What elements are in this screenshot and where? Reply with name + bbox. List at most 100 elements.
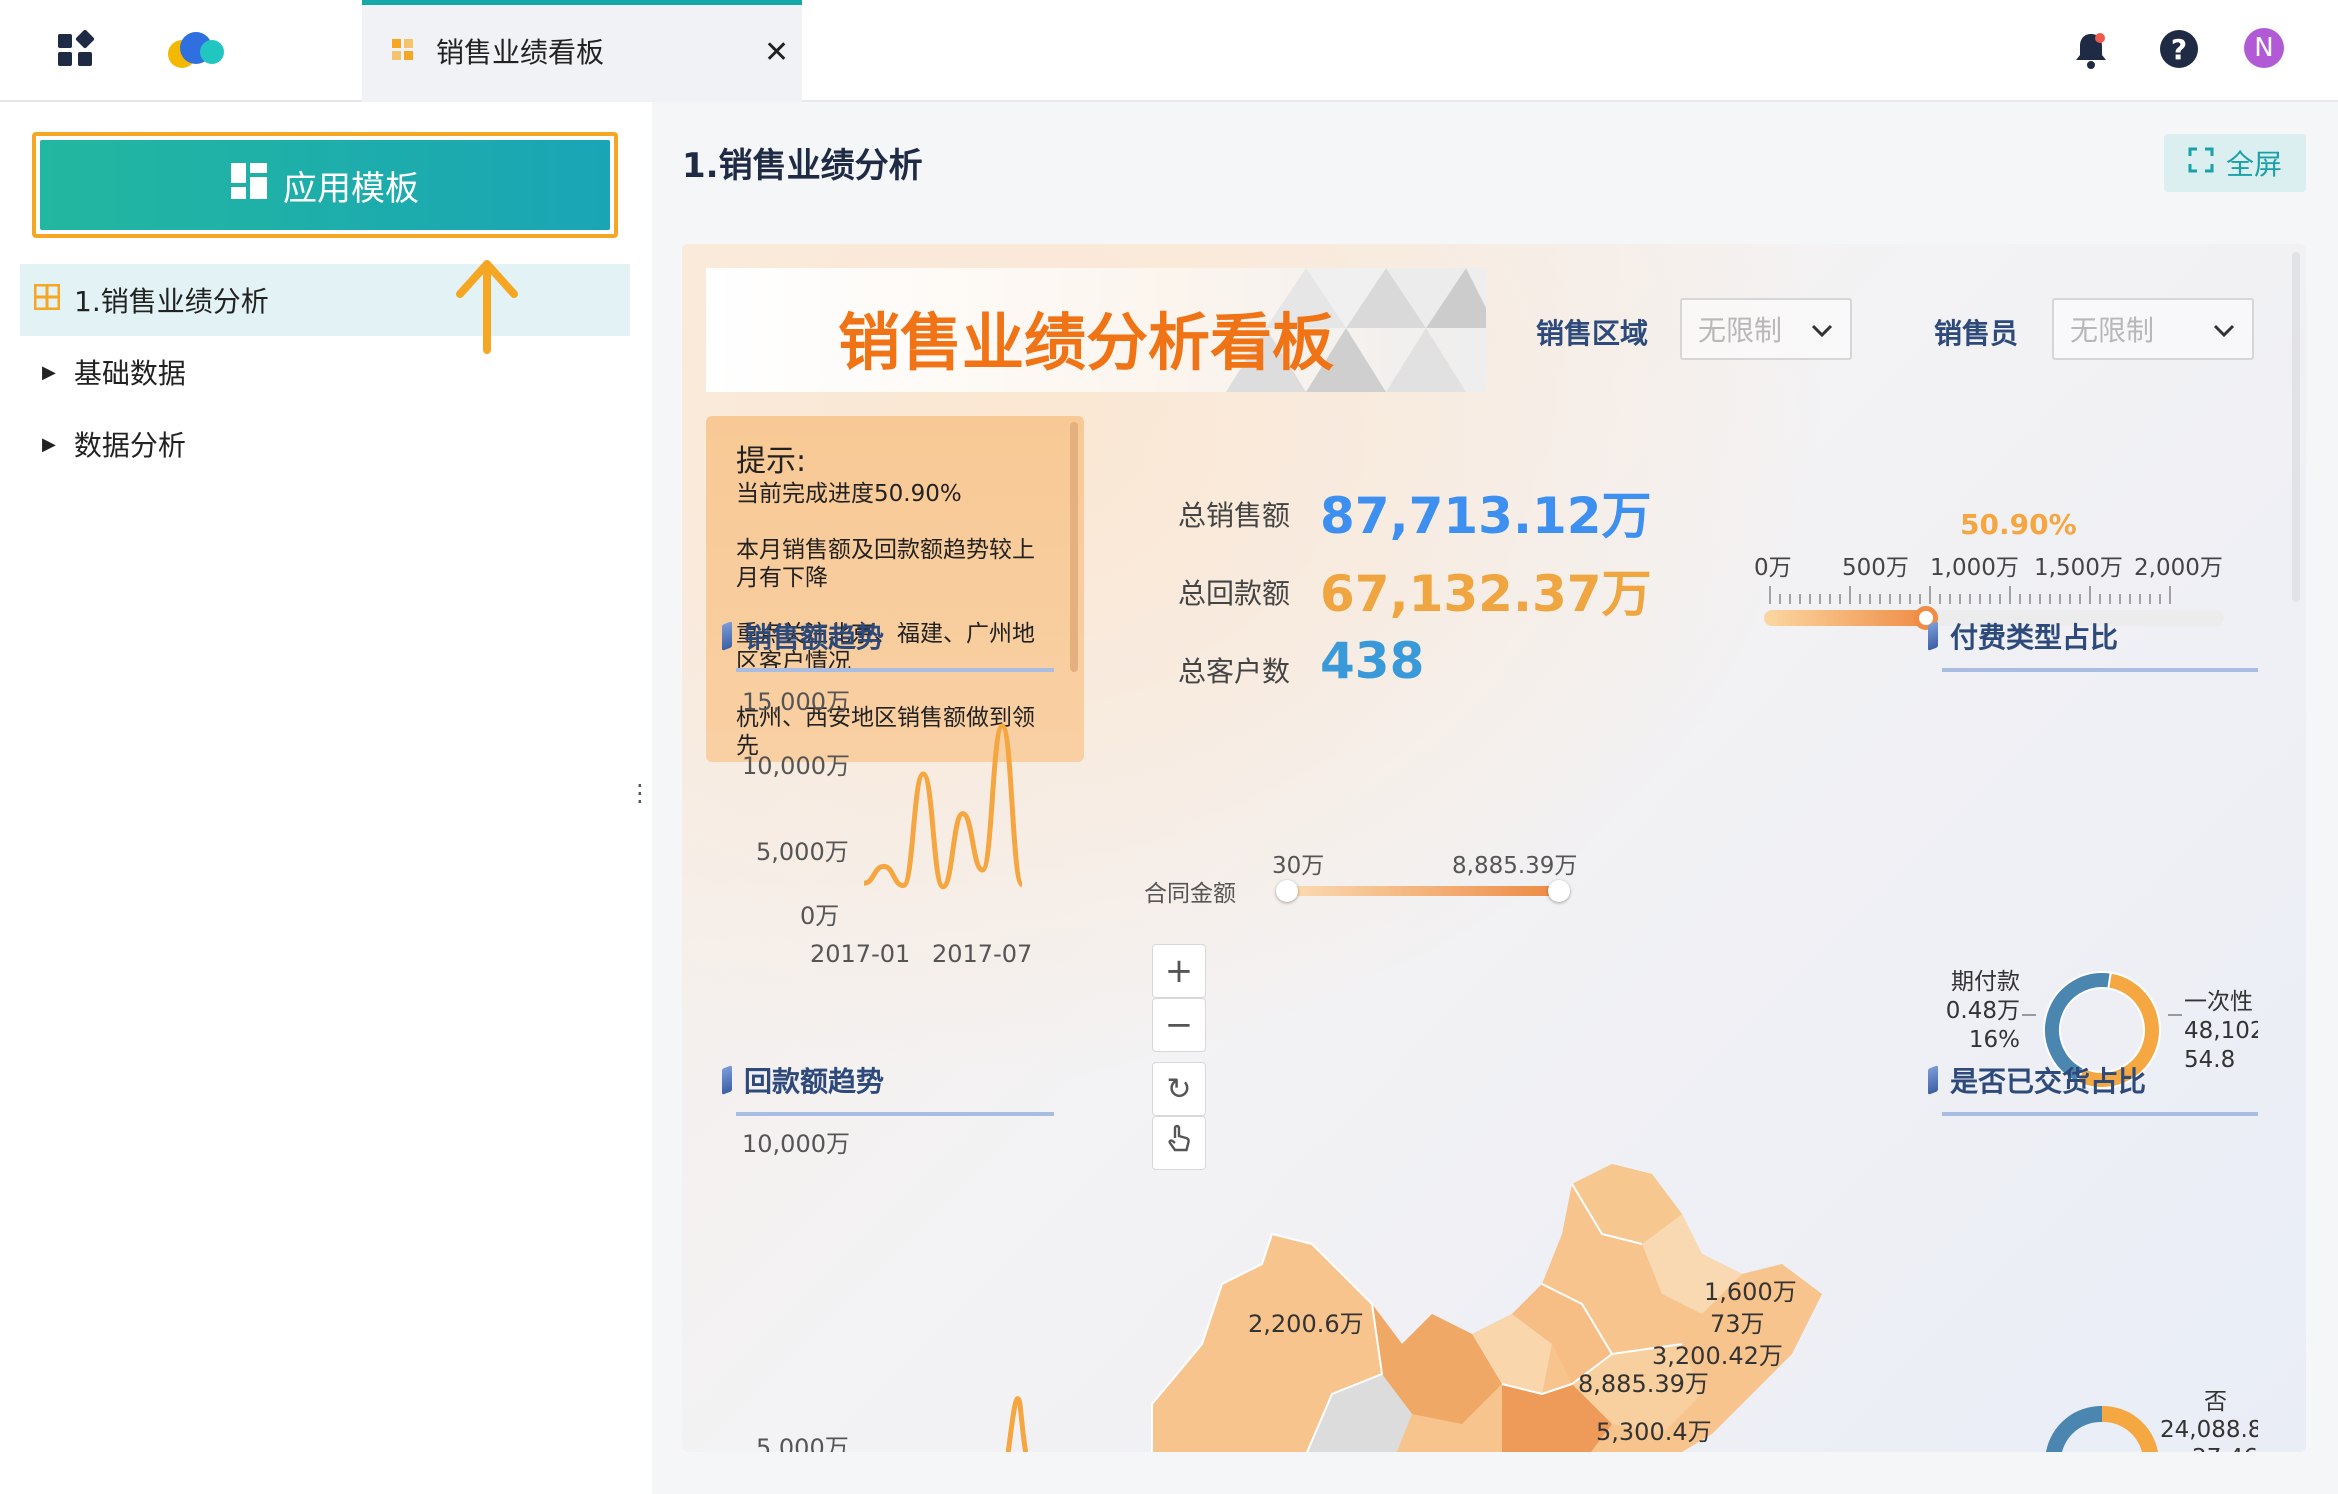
progress-fill [1764,610,1926,626]
kpi-label: 总销售额 [1178,499,1291,532]
delivery-pie [2046,1406,2158,1452]
delivery-label: 是否已交货占比 [1950,1065,2147,1098]
top-bar: 销售业绩看板 ✕ ? N [0,0,2338,102]
reset-view-button[interactable]: ↻ [1152,1062,1206,1116]
panel-scrollbar[interactable] [2292,252,2300,602]
apply-template-button[interactable]: 应用模板 [32,132,618,238]
tab-title: 销售业绩看板 [436,36,605,69]
tab-sales-dashboard[interactable]: 销售业绩看板 ✕ [362,0,802,102]
zoom-out-button[interactable]: − [1152,998,1206,1052]
payment-type-label: 付费类型占比 [1950,621,2119,654]
expand-icon [2188,147,2214,180]
kpi-total-sales: 87,713.12万 [1320,487,1652,545]
payment-type-title: 付费类型占比 [1928,616,2118,656]
dashboard-item-icon [33,283,61,317]
sidebar-item-basic-data[interactable]: ▶ 基础数据 [20,336,630,408]
progress-tick: 2,000万 [2134,555,2223,581]
pie-leader-line [2168,1014,2182,1016]
return-trend-underline [736,1112,1054,1116]
help-icon[interactable]: ? [2160,30,2198,68]
pie-label: 16% [1968,1027,2020,1053]
pie-leader-line [2022,1014,2036,1016]
region-dropdown[interactable]: 无限制 [1680,298,1852,360]
pie-label: 一次性 [2184,989,2253,1015]
return-trend-chart [1005,1396,1029,1452]
progress-ruler [1769,586,2171,604]
pie-label: 54.8 [2184,1047,2236,1073]
return-trend-label: 回款额趋势 [744,1065,885,1098]
map-label: 2,200.6万 [1248,1310,1364,1338]
progress-value: 50.90% [1960,508,2077,541]
region-label: 销售区域 [1536,317,1649,350]
section-marker-icon [722,1065,732,1095]
contract-slider-track[interactable] [1286,886,1558,896]
delivery-right-labels: 否 24,088.8 27.46 [2160,1388,2258,1452]
contract-min: 30万 [1272,853,1325,879]
fullscreen-label: 全屏 [2225,148,2282,181]
section-marker-icon [722,621,732,651]
sidebar-item-label: 数据分析 [73,429,186,462]
progress-tick: 500万 [1842,555,1909,581]
chevron-down-icon [2212,313,2236,346]
pie-left-labels: 期付款 0.48万 16% [1936,968,2020,1055]
delivery-underline [1942,1112,2258,1116]
map-label: 8,885.39万 [1578,1370,1709,1398]
pie-label: 48,102 [2184,1018,2258,1044]
contract-slider-max-handle[interactable] [1548,880,1570,902]
caret-right-icon: ▶ [42,433,56,455]
banner-title: 销售业绩分析看板 [838,306,1335,379]
payment-type-underline [1942,668,2258,672]
progress-tick: 1,000万 [1930,555,2019,581]
app-grid-icon[interactable] [56,29,96,70]
salesperson-label: 销售员 [1934,317,2019,350]
bell-icon[interactable] [2072,30,2110,70]
apply-template-label: 应用模板 [283,168,419,209]
pie-label: 期付款 [1951,969,2020,995]
sidebar: 应用模板 1.销售业绩分析 ▶ 基础数据 ▶ 数据分析 · · · [0,102,652,1494]
sales-trend-title: 销售额趋势 [722,616,884,656]
section-marker-icon [1928,1065,1938,1095]
progress-tick: 1,500万 [2034,555,2123,581]
fullscreen-button[interactable]: 全屏 [2164,134,2306,192]
template-icon [231,162,267,208]
sidebar-item-sales-analysis[interactable]: 1.销售业绩分析 [20,264,630,336]
region-value: 无限制 [1698,314,1783,347]
y-tick: 0万 [800,902,840,930]
avatar[interactable]: N [2244,28,2284,68]
y-tick: 15,000万 [742,688,850,716]
pie-label: 0.48万 [1945,998,2020,1024]
dashboard-panel: 销售业绩分析看板 销售区域 无限制 销售员 无限制 提示: 当前完成进度50.9… [682,244,2306,1452]
section-marker-icon [1928,621,1938,651]
y-tick: 5,000万 [756,1434,849,1452]
zoom-in-button[interactable]: + [1152,944,1206,998]
salesperson-value: 无限制 [2070,314,2155,347]
page-title: 1.销售业绩分析 [682,146,923,186]
pie-label: 否 [2204,1389,2227,1415]
contract-max: 8,885.39万 [1452,853,1578,879]
pie-right-labels: 一次性 48,102 54.8 [2184,988,2258,1075]
tip-line: 当前完成进度50.90% [736,481,962,507]
contract-label: 合同金额 [1144,881,1236,907]
resize-handle[interactable]: · · · [636,774,644,814]
logo-icon [166,28,232,72]
y-tick: 10,000万 [742,752,850,780]
y-tick: 5,000万 [756,838,849,866]
kpi-total-customers: 438 [1320,632,1425,690]
sales-trend-label: 销售额趋势 [744,621,885,654]
sales-trend-underline [736,668,1054,672]
contract-slider-min-handle[interactable] [1276,880,1298,902]
map-label: 5,300.4万 [1596,1418,1712,1446]
map-label: 1,600万 [1704,1278,1797,1306]
kpi-total-return: 67,132.37万 [1320,565,1652,623]
map-label: 73万 [1710,1310,1765,1338]
pie-label: 27.46 [2160,1444,2258,1452]
tip-scrollbar[interactable] [1070,422,1078,672]
close-icon[interactable]: ✕ [764,35,789,70]
caret-right-icon: ▶ [42,361,56,383]
dashboard-tab-icon [392,39,414,65]
refresh-icon: ↻ [1166,1071,1192,1107]
x-tick: 2017-01 [810,940,911,968]
avatar-letter: N [2254,33,2274,63]
sidebar-item-data-analysis[interactable]: ▶ 数据分析 [20,408,630,480]
salesperson-dropdown[interactable]: 无限制 [2052,298,2254,360]
